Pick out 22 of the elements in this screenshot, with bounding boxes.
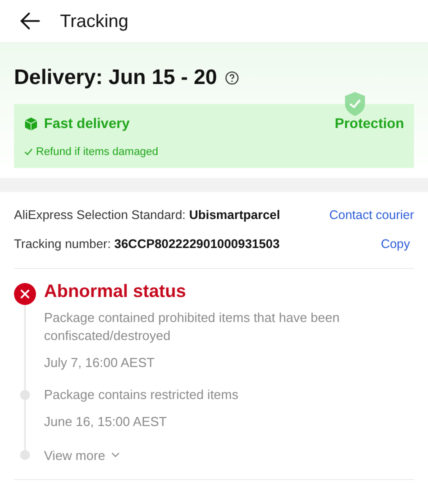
delivery-title: Delivery: Jun 15 - 20 xyxy=(14,65,218,91)
carrier-text: AliExpress Selection Standard: Ubismartparcel xyxy=(14,207,280,224)
status-title: Abnormal status xyxy=(44,280,188,302)
refund-note: Refund if items damaged xyxy=(36,144,158,160)
event-time: June 16, 15:00 AEST xyxy=(44,413,168,431)
chevron-down-icon xyxy=(111,452,120,458)
tracking-number-text: Tracking number: 36CCP802222901000931503 xyxy=(14,236,280,253)
help-icon[interactable] xyxy=(225,70,240,85)
page-title: Tracking xyxy=(60,10,128,33)
box-icon xyxy=(24,116,38,130)
fast-delivery-label: Fast delivery xyxy=(44,114,130,133)
copy-link[interactable]: Copy xyxy=(380,234,414,254)
back-arrow-icon xyxy=(20,12,40,30)
event-description: Package contained prohibited items that have been confiscated/destroyed xyxy=(44,308,341,344)
protection-label: Protection xyxy=(334,114,404,130)
contact-courier-link[interactable]: Contact courier xyxy=(329,206,414,225)
check-icon xyxy=(24,148,33,156)
back-button[interactable] xyxy=(20,12,40,30)
event-description: Package contains restricted items xyxy=(44,386,240,404)
event-time: July 7, 16:00 AEST xyxy=(44,354,156,372)
error-icon xyxy=(14,282,36,304)
view-more-button[interactable]: View more xyxy=(44,446,120,465)
